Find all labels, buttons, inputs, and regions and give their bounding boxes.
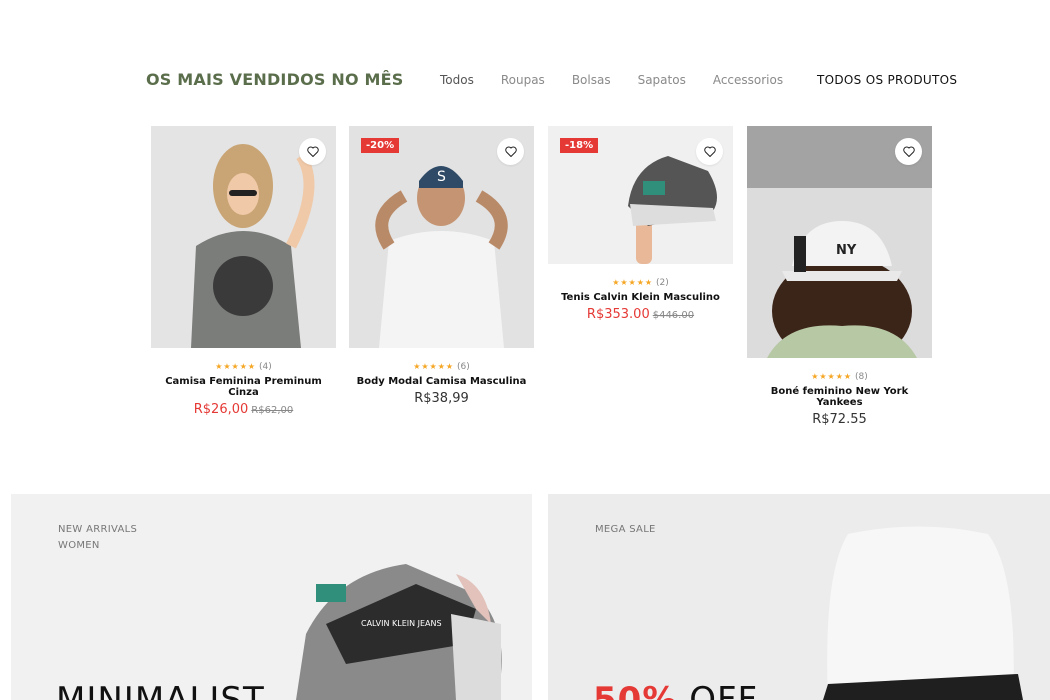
product-card[interactable]: NY ★★★★★ (8) Boné feminino New York Yanke…	[747, 126, 932, 427]
heart-icon	[504, 146, 517, 157]
svg-text:NY: NY	[836, 243, 857, 258]
rating: ★★★★★ (6)	[349, 362, 534, 372]
chair-photo	[823, 526, 1023, 700]
product-price: R$38,99	[349, 391, 534, 406]
product-name[interactable]: Tenis Calvin Klein Masculino	[548, 292, 733, 303]
product-image[interactable]: -18%	[548, 126, 733, 264]
mega-sale-banner[interactable]: MEGA SALE 50% OFF	[548, 494, 1050, 700]
new-arrivals-banner[interactable]: NEW ARRIVALS WOMEN CALVIN KLEIN JEANS MI…	[11, 494, 532, 700]
rating: ★★★★★ (8)	[747, 372, 932, 382]
rating-stars: ★★★★★	[612, 278, 654, 287]
tab-bolsas[interactable]: Bolsas	[572, 73, 611, 87]
category-tabs: Todos Roupas Bolsas Sapatos Accessorios	[440, 73, 783, 87]
sneaker-photo: CALVIN KLEIN JEANS	[296, 564, 502, 700]
rating: ★★★★★ (2)	[548, 278, 733, 288]
product-card[interactable]: -18% ★★★★★ (2) Tenis Calvin Klein Masculi…	[548, 126, 733, 322]
tab-roupas[interactable]: Roupas	[501, 73, 545, 87]
section-title: OS MAIS VENDIDOS NO MÊS	[146, 70, 404, 89]
old-price: $446.00	[652, 310, 695, 321]
banner-subtitle: WOMEN	[58, 540, 100, 551]
all-products-link[interactable]: TODOS OS PRODUTOS	[817, 73, 957, 87]
wishlist-button[interactable]	[497, 138, 524, 165]
discount-badge: -20%	[361, 138, 400, 153]
rating-stars: ★★★★★	[215, 362, 257, 371]
wishlist-button[interactable]	[895, 138, 922, 165]
review-count: (6)	[457, 362, 470, 372]
tab-sapatos[interactable]: Sapatos	[638, 73, 686, 87]
sale-price: R$353.00	[586, 307, 650, 322]
off-text: OFF	[689, 680, 759, 700]
product-price: R$353.00 $446.00	[548, 307, 733, 322]
heart-icon	[902, 146, 915, 157]
product-price: R$72.55	[747, 412, 932, 427]
banner-eyebrow: MEGA SALE	[595, 524, 656, 535]
rating-stars: ★★★★★	[413, 362, 455, 371]
svg-text:S: S	[437, 169, 446, 185]
price: R$72.55	[812, 412, 867, 427]
review-count: (4)	[259, 362, 272, 372]
discount-badge: -18%	[560, 138, 599, 153]
wishlist-button[interactable]	[696, 138, 723, 165]
rating: ★★★★★ (4)	[151, 362, 336, 372]
tab-accessorios[interactable]: Accessorios	[713, 73, 783, 87]
wishlist-button[interactable]	[299, 138, 326, 165]
discount-percent: 50%	[593, 680, 678, 700]
review-count: (2)	[656, 278, 669, 288]
product-price: R$26,00 R$62,00	[151, 402, 336, 417]
sale-price: R$26,00	[193, 402, 249, 417]
banner-headline: MINIMALIST	[56, 680, 265, 700]
product-name[interactable]: Camisa Feminina Preminum Cinza	[151, 376, 336, 398]
product-image[interactable]: S -20%	[349, 126, 534, 348]
review-count: (8)	[855, 372, 868, 382]
price: R$38,99	[414, 391, 469, 406]
tab-todos[interactable]: Todos	[440, 73, 474, 87]
banner-headline: 50% OFF	[593, 680, 758, 700]
product-card[interactable]: S -20% ★★★★★ (6) Body Modal Camisa Mascul…	[349, 126, 534, 406]
banner-eyebrow: NEW ARRIVALS	[58, 524, 138, 535]
heart-icon	[703, 146, 716, 157]
product-image[interactable]	[151, 126, 336, 348]
shoe-brand-text: CALVIN KLEIN JEANS	[361, 619, 442, 628]
product-name[interactable]: Boné feminino New York Yankees	[747, 386, 932, 408]
product-name[interactable]: Body Modal Camisa Masculina	[349, 376, 534, 387]
product-image[interactable]: NY	[747, 126, 932, 358]
product-card[interactable]: ★★★★★ (4) Camisa Feminina Preminum Cinza …	[151, 126, 336, 417]
rating-stars: ★★★★★	[811, 372, 853, 381]
old-price: R$62,00	[251, 405, 294, 416]
heart-icon	[306, 146, 319, 157]
